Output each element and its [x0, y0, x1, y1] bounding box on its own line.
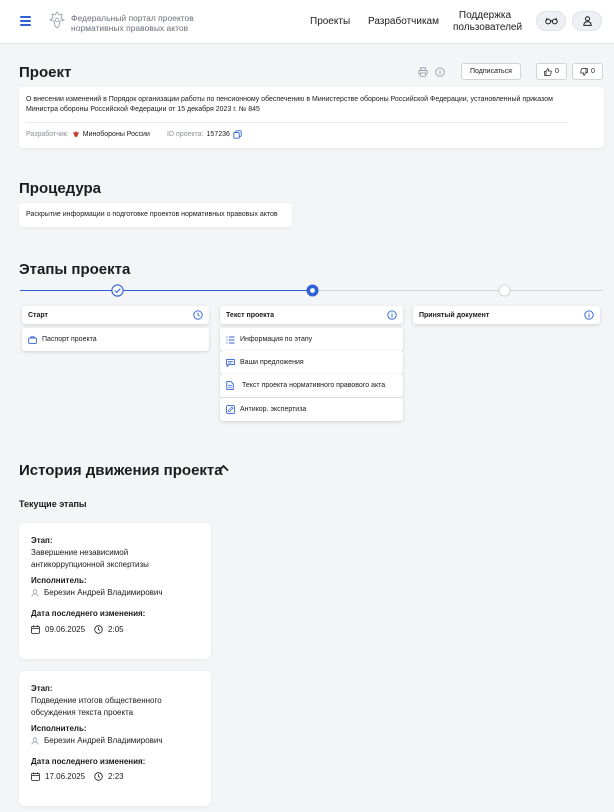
stage-start-header: Старт [22, 306, 209, 324]
calendar-icon [31, 625, 40, 634]
glasses-icon [544, 17, 558, 25]
developer-label: Разработчик: [26, 130, 69, 138]
date-label: Дата последнего изменения: [31, 757, 146, 766]
stage-item-label: Информация по этапу [240, 336, 313, 343]
procedure-heading: Процедура [19, 180, 102, 197]
stage-value: Подведение итогов общественного обсужден… [31, 696, 162, 717]
person-icon [31, 736, 39, 745]
project-description: О внесении изменений в Порядок организац… [26, 96, 553, 113]
executor-row: Березин Андрей Владимирович [31, 736, 163, 745]
project-id-value: 157236 [206, 131, 230, 138]
date-value: 09.06.2025 [45, 625, 86, 634]
nav-support-link[interactable]: Поддержка пользователей [453, 10, 522, 34]
stage-item-label: Текст проекта нормативного правового акт… [242, 382, 386, 389]
like-button[interactable]: 0 [536, 63, 567, 80]
nav-developers-link[interactable]: Разработчикам [368, 16, 439, 28]
stage-item-passport[interactable]: Паспорт проекта [22, 328, 209, 351]
history-card: Этап: Завершение независимой антикоррупц… [19, 523, 211, 659]
developer-value[interactable]: Минобороны России [83, 131, 150, 138]
date-row: 17.06.2025 2:23 [31, 772, 124, 781]
stage-item-document-text[interactable]: Текст проекта нормативного правового акт… [220, 374, 403, 397]
date-label: Дата последнего изменения: [31, 609, 146, 618]
emblem-icon [49, 11, 65, 29]
menu-icon[interactable] [20, 14, 32, 26]
timeline-remaining [312, 290, 603, 291]
info-icon[interactable] [387, 310, 397, 320]
stage-adopted-title: Принятый документ [419, 311, 490, 319]
comment-icon [226, 358, 235, 367]
portal-title[interactable]: Федеральный портал проектов нормативных … [71, 13, 221, 33]
date-value: 17.06.2025 [45, 772, 86, 781]
list-icon [226, 336, 235, 343]
procedure-text: Раскрытие информации о подготовке проект… [26, 211, 278, 218]
stage-value: Завершение независимой антикоррупционной… [31, 548, 149, 569]
stage-text-title: Текст проекта [226, 311, 274, 319]
stage-item-label: Антикор. экспертиза [240, 406, 307, 413]
document-icon [226, 381, 234, 390]
time-value: 2:05 [108, 625, 124, 634]
date-row: 09.06.2025 2:05 [31, 625, 124, 634]
developer-meta: Разработчик: Минобороны России [26, 130, 150, 138]
divider [26, 122, 568, 123]
info-icon[interactable] [435, 67, 445, 77]
stage-item-info[interactable]: Информация по этапу [220, 328, 403, 351]
project-id-label: ID проекта: [167, 131, 204, 138]
timeline-progress [20, 290, 312, 291]
dislike-count: 0 [591, 68, 595, 75]
user-icon [582, 16, 592, 26]
clock-icon [94, 625, 103, 634]
stages-heading: Этапы проекта [19, 261, 131, 278]
project-id-meta: ID проекта: 157236 [167, 130, 242, 139]
briefcase-icon [28, 335, 37, 344]
executor-row: Березин Андрей Владимирович [31, 588, 163, 597]
login-button[interactable] [572, 11, 602, 31]
stage-item-label: Паспорт проекта [42, 336, 97, 343]
current-stages-label: Текущие этапы [19, 499, 87, 509]
eagle-icon [72, 130, 80, 138]
thumbs-up-icon [544, 67, 552, 76]
clock-info-icon[interactable] [193, 310, 203, 320]
time-value: 2:23 [108, 772, 124, 781]
nav-projects-link[interactable]: Проекты [310, 16, 350, 28]
executor-label: Исполнитель: [31, 724, 87, 733]
clock-icon [94, 772, 103, 781]
stage-start-title: Старт [28, 311, 48, 319]
print-icon[interactable] [418, 67, 428, 77]
top-header: Федеральный портал проектов нормативных … [0, 0, 614, 44]
stage-label: Этап: [31, 684, 53, 693]
copy-icon[interactable] [233, 130, 242, 139]
stage-current-dot-icon [306, 284, 319, 297]
stage-item-anticorruption[interactable]: Антикор. экспертиза [220, 398, 403, 421]
project-heading: Проект [19, 64, 72, 81]
stage-upcoming-dot-icon [498, 284, 511, 297]
executor-value: Березин Андрей Владимирович [44, 588, 163, 597]
like-count: 0 [555, 68, 559, 75]
history-card: Этап: Подведение итогов общественного об… [19, 671, 211, 806]
stage-label: Этап: [31, 536, 53, 545]
edit-icon [226, 405, 235, 414]
stage-done-check-icon [111, 284, 124, 297]
accessibility-button[interactable] [536, 11, 566, 31]
executor-value: Березин Андрей Владимирович [44, 736, 163, 745]
person-icon [31, 588, 39, 597]
stage-item-proposals[interactable]: Ваши предложения [220, 351, 403, 374]
history-heading[interactable]: История движения проекта [19, 462, 223, 479]
thumbs-down-icon [580, 67, 588, 76]
subscribe-button[interactable]: Подписаться [461, 63, 521, 80]
stage-adopted-header: Принятый документ [413, 306, 600, 324]
executor-label: Исполнитель: [31, 576, 87, 585]
dislike-button[interactable]: 0 [572, 63, 603, 80]
chevron-up-icon[interactable] [217, 463, 230, 473]
calendar-icon [31, 772, 40, 781]
stage-text-header: Текст проекта [220, 306, 403, 324]
stage-item-label: Ваши предложения [240, 359, 304, 366]
info-icon[interactable] [584, 310, 594, 320]
